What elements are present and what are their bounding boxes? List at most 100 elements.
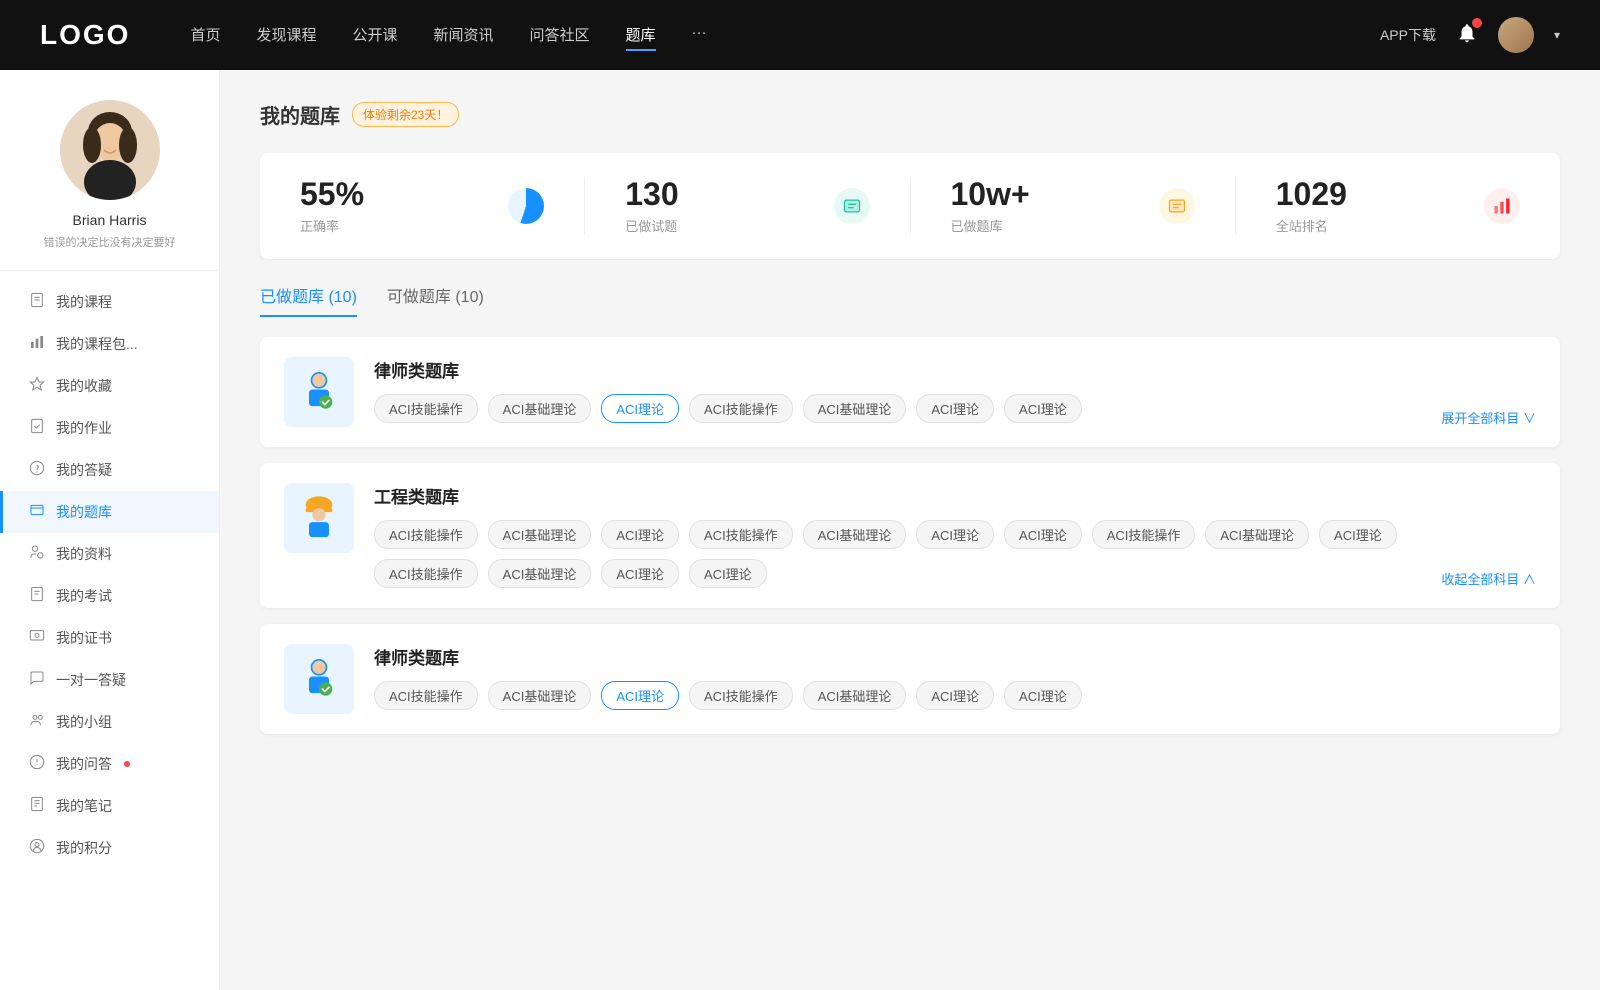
bank-card-lawyer-2: 律师类题库 ACI技能操作 ACI基础理论 ACI理论 ACI技能操作 ACI基… bbox=[260, 624, 1560, 734]
sidebar: Brian Harris 错误的决定比没有决定要好 我的课程 我的课程包... bbox=[0, 70, 220, 990]
tag-item[interactable]: ACI基础理论 bbox=[488, 520, 592, 549]
sidebar-item-certificate-label: 我的证书 bbox=[56, 628, 112, 648]
stat-accuracy-text: 55% 正确率 bbox=[300, 177, 496, 235]
tag-item[interactable]: ACI理论 bbox=[601, 559, 679, 588]
bank-icon bbox=[28, 502, 46, 522]
bank-card-lawyer-1-tags: ACI技能操作 ACI基础理论 ACI理论 ACI技能操作 ACI基础理论 AC… bbox=[374, 394, 1421, 423]
nav-news[interactable]: 新闻资讯 bbox=[434, 20, 494, 51]
sidebar-item-exam[interactable]: 我的考试 bbox=[0, 575, 219, 617]
ranking-icon bbox=[1484, 188, 1520, 224]
bank-card-engineer-expand[interactable]: 收起全部科目 ∧ bbox=[1441, 569, 1536, 588]
tag-item[interactable]: ACI理论 bbox=[916, 394, 994, 423]
main-content: 我的题库 体验剩余23天！ 55% 正确率 130 已做试题 bbox=[220, 70, 1600, 990]
bank-card-lawyer-2-content: 律师类题库 ACI技能操作 ACI基础理论 ACI理论 ACI技能操作 ACI基… bbox=[374, 644, 1536, 710]
tag-item[interactable]: ACI理论 bbox=[916, 681, 994, 710]
sidebar-item-one-on-one[interactable]: 一对一答疑 bbox=[0, 659, 219, 701]
tag-item[interactable]: ACI基础理论 bbox=[803, 394, 907, 423]
tag-item[interactable]: ACI理论 bbox=[1004, 520, 1082, 549]
sidebar-item-group[interactable]: 我的小组 bbox=[0, 701, 219, 743]
sidebar-item-points[interactable]: 我的积分 bbox=[0, 827, 219, 869]
main-wrapper: Brian Harris 错误的决定比没有决定要好 我的课程 我的课程包... bbox=[0, 70, 1600, 990]
stat-done-banks-value: 10w+ bbox=[951, 177, 1147, 212]
certificate-icon bbox=[28, 628, 46, 648]
document-icon bbox=[28, 292, 46, 312]
tag-item-active[interactable]: ACI理论 bbox=[601, 681, 679, 710]
sidebar-item-question-bank-label: 我的题库 bbox=[56, 502, 112, 522]
nav-qa[interactable]: 问答社区 bbox=[530, 20, 590, 51]
avatar-image bbox=[60, 100, 160, 200]
stat-ranking-label: 全站排名 bbox=[1276, 216, 1472, 235]
accuracy-pie-chart bbox=[508, 188, 544, 224]
sidebar-item-favorites[interactable]: 我的收藏 bbox=[0, 365, 219, 407]
nav-discover[interactable]: 发现课程 bbox=[256, 20, 316, 51]
sidebar-item-favorites-label: 我的收藏 bbox=[56, 376, 112, 396]
chart-icon bbox=[28, 334, 46, 354]
navbar: LOGO 首页 发现课程 公开课 新闻资讯 问答社区 题库 ··· APP下载 … bbox=[0, 0, 1600, 70]
nav-question-bank[interactable]: 题库 bbox=[626, 20, 656, 51]
sidebar-item-materials[interactable]: 我的资料 bbox=[0, 533, 219, 575]
stat-done-banks-label: 已做题库 bbox=[951, 216, 1147, 235]
bank-card-lawyer-2-title: 律师类题库 bbox=[374, 644, 1536, 669]
sidebar-item-homework-label: 我的作业 bbox=[56, 418, 112, 438]
tag-item[interactable]: ACI理论 bbox=[1004, 681, 1082, 710]
tag-item[interactable]: ACI技能操作 bbox=[374, 559, 478, 588]
tag-item[interactable]: ACI基础理论 bbox=[488, 394, 592, 423]
bank-card-engineer-content: 工程类题库 ACI技能操作 ACI基础理论 ACI理论 ACI技能操作 ACI基… bbox=[374, 483, 1421, 588]
tag-item[interactable]: ACI理论 bbox=[916, 520, 994, 549]
nav-more[interactable]: ··· bbox=[692, 20, 707, 51]
sidebar-item-certificate[interactable]: 我的证书 bbox=[0, 617, 219, 659]
sidebar-item-exam-label: 我的考试 bbox=[56, 586, 112, 606]
tag-item[interactable]: ACI基础理论 bbox=[803, 520, 907, 549]
tag-item-active[interactable]: ACI理论 bbox=[601, 394, 679, 423]
stats-row: 55% 正确率 130 已做试题 10w+ 已做题库 bbox=[260, 153, 1560, 259]
tab-available-banks[interactable]: 可做题库 (10) bbox=[387, 283, 484, 317]
tag-item[interactable]: ACI技能操作 bbox=[689, 681, 793, 710]
tag-item[interactable]: ACI理论 bbox=[689, 559, 767, 588]
tag-item[interactable]: ACI技能操作 bbox=[374, 681, 478, 710]
app-download-link[interactable]: APP下载 bbox=[1380, 25, 1436, 45]
notification-badge bbox=[1472, 18, 1482, 28]
sidebar-item-one-on-one-label: 一对一答疑 bbox=[56, 670, 126, 690]
tag-item[interactable]: ACI技能操作 bbox=[374, 394, 478, 423]
nav-home[interactable]: 首页 bbox=[190, 20, 220, 51]
tag-item[interactable]: ACI理论 bbox=[1319, 520, 1397, 549]
lawyer-figure-icon-2 bbox=[294, 654, 344, 704]
sidebar-item-materials-label: 我的资料 bbox=[56, 544, 112, 564]
tag-item[interactable]: ACI理论 bbox=[601, 520, 679, 549]
sidebar-item-my-course[interactable]: 我的课程 bbox=[0, 281, 219, 323]
points-icon bbox=[28, 838, 46, 858]
lawyer-figure-icon bbox=[294, 367, 344, 417]
sidebar-item-my-course-label: 我的课程 bbox=[56, 292, 112, 312]
notes-icon bbox=[28, 796, 46, 816]
done-banks-icon bbox=[1159, 188, 1195, 224]
my-qa-icon bbox=[28, 754, 46, 774]
sidebar-item-course-package[interactable]: 我的课程包... bbox=[0, 323, 219, 365]
tag-item[interactable]: ACI基础理论 bbox=[1205, 520, 1309, 549]
tag-item[interactable]: ACI基础理论 bbox=[488, 681, 592, 710]
tag-item[interactable]: ACI技能操作 bbox=[374, 520, 478, 549]
user-avatar[interactable] bbox=[1498, 17, 1534, 53]
sidebar-item-qa[interactable]: 我的答疑 bbox=[0, 449, 219, 491]
bank-card-engineer: 工程类题库 ACI技能操作 ACI基础理论 ACI理论 ACI技能操作 ACI基… bbox=[260, 463, 1560, 608]
logo[interactable]: LOGO bbox=[40, 19, 130, 51]
notification-bell[interactable] bbox=[1456, 22, 1478, 49]
bank-card-lawyer-1-expand[interactable]: 展开全部科目 ∨ bbox=[1441, 408, 1536, 427]
tab-done-banks[interactable]: 已做题库 (10) bbox=[260, 283, 357, 317]
stat-done-banks-text: 10w+ 已做题库 bbox=[951, 177, 1147, 235]
bank-card-lawyer-2-icon bbox=[284, 644, 354, 714]
tag-item[interactable]: ACI理论 bbox=[1004, 394, 1082, 423]
tag-item[interactable]: ACI技能操作 bbox=[689, 394, 793, 423]
bank-card-lawyer-1-title: 律师类题库 bbox=[374, 357, 1421, 382]
sidebar-item-question-bank[interactable]: 我的题库 bbox=[0, 491, 219, 533]
nav-open-course[interactable]: 公开课 bbox=[352, 20, 397, 51]
sidebar-item-my-qa[interactable]: 我的问答 bbox=[0, 743, 219, 785]
sidebar-item-notes[interactable]: 我的笔记 bbox=[0, 785, 219, 827]
tag-item[interactable]: ACI基础理论 bbox=[803, 681, 907, 710]
tag-item[interactable]: ACI技能操作 bbox=[1092, 520, 1196, 549]
stat-done-questions-value: 130 bbox=[625, 177, 821, 212]
tag-item[interactable]: ACI技能操作 bbox=[689, 520, 793, 549]
tag-item[interactable]: ACI基础理论 bbox=[488, 559, 592, 588]
sidebar-item-homework[interactable]: 我的作业 bbox=[0, 407, 219, 449]
user-dropdown-arrow[interactable]: ▾ bbox=[1554, 28, 1560, 42]
exam-icon bbox=[28, 586, 46, 606]
